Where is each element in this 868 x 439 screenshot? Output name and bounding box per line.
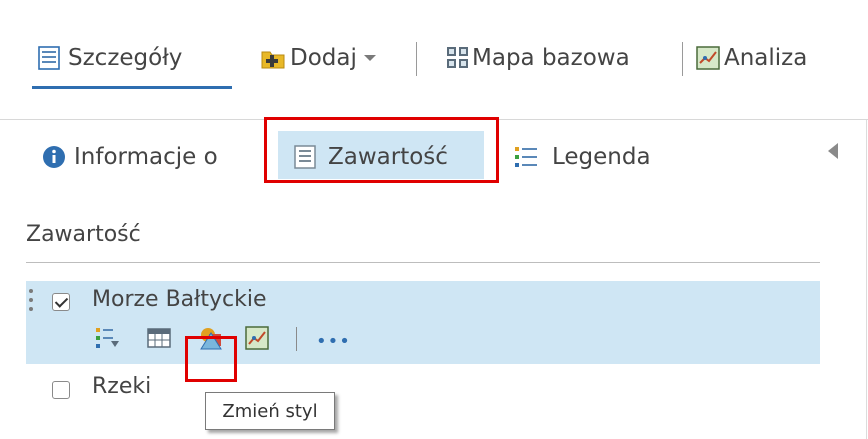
layer-checkbox-morze-baltyckie[interactable] xyxy=(52,293,70,311)
info-icon xyxy=(43,146,65,168)
top-toolbar: Szczegóły Dodaj Mapa bazowa Analiza xyxy=(0,0,868,120)
highlight-box-change-style xyxy=(185,336,237,382)
analysis-label: Analiza xyxy=(724,45,808,71)
tools-separator xyxy=(296,327,297,351)
tab-info-label: Informacje o xyxy=(74,144,218,170)
toolbar-separator xyxy=(682,42,683,76)
details-icon xyxy=(38,46,60,70)
analysis-button[interactable]: Analiza xyxy=(696,38,807,78)
attribute-table-icon[interactable] xyxy=(146,325,172,351)
tooltip-text: Zmień styl xyxy=(222,400,318,422)
chevron-down-icon xyxy=(363,55,376,61)
analysis-map-icon xyxy=(696,46,720,70)
collapse-panel-icon[interactable] xyxy=(828,143,838,159)
tab-legend[interactable]: Legenda xyxy=(514,135,651,179)
perform-analysis-icon[interactable] xyxy=(244,325,270,351)
basemap-button[interactable]: Mapa bazowa xyxy=(446,38,630,78)
tooltip: Zmień styl xyxy=(205,392,335,430)
layer-checkbox-rzeki[interactable] xyxy=(52,381,70,399)
layer-name: Morze Bałtyckie xyxy=(92,287,267,312)
add-button[interactable]: Dodaj xyxy=(260,38,377,78)
layer-name[interactable]: Rzeki xyxy=(92,374,151,399)
basemap-label: Mapa bazowa xyxy=(472,45,630,71)
legend-icon xyxy=(515,147,537,167)
tab-info[interactable]: Informacje o xyxy=(42,135,218,179)
details-button[interactable]: Szczegóły xyxy=(38,38,182,78)
add-label: Dodaj xyxy=(290,45,357,71)
panel-right-border xyxy=(866,120,867,439)
basemap-grid-icon xyxy=(447,47,468,68)
highlight-box-content-tab xyxy=(264,117,499,183)
legend-toggle-icon[interactable] xyxy=(94,325,120,351)
more-options-icon[interactable]: ••• xyxy=(316,331,351,352)
active-tab-underline xyxy=(32,86,232,89)
drag-handle-icon[interactable] xyxy=(29,289,33,316)
content-heading: Zawartość xyxy=(26,222,141,247)
tab-legend-label: Legenda xyxy=(552,144,651,170)
toolbar-separator xyxy=(416,42,417,76)
add-icon xyxy=(261,51,285,69)
heading-divider xyxy=(26,262,820,263)
details-label: Szczegóły xyxy=(68,45,183,71)
